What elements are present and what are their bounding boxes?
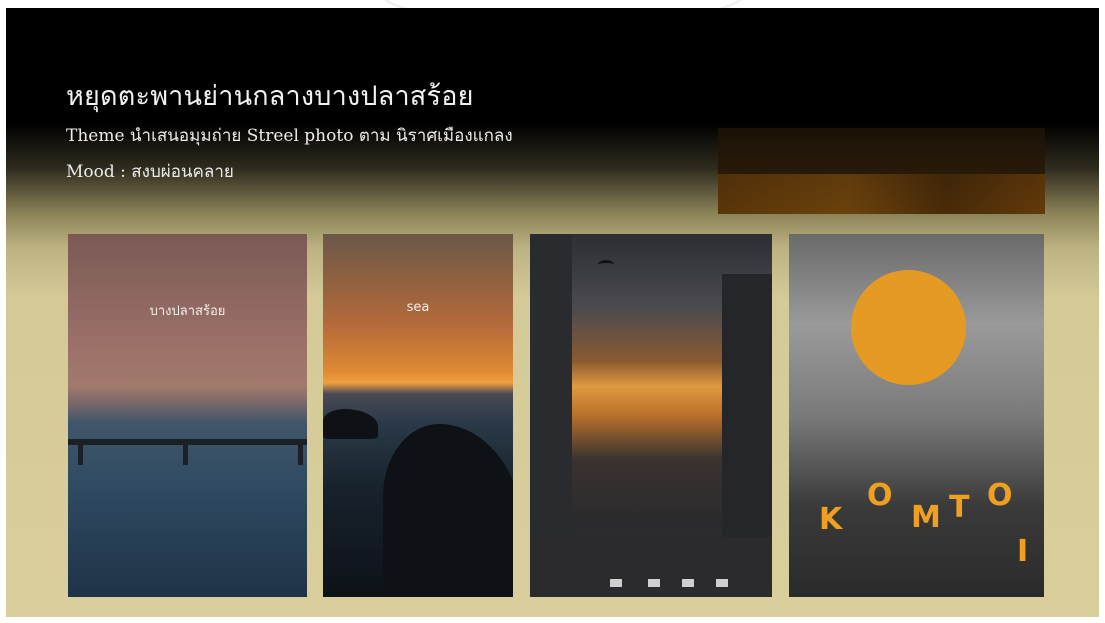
pier-post: [78, 439, 83, 465]
pier-post: [298, 439, 303, 465]
photo-street-sunset: [530, 234, 772, 597]
photo-bang-pla-soi: บางปลาสร้อย: [68, 234, 307, 597]
slide: หยุดตะพานย่านกลางบางปลาสร้อย Theme นำเสน…: [6, 8, 1099, 617]
poster-letter: I: [1017, 534, 1029, 569]
photo-sea-sunset: sea: [323, 234, 513, 597]
crosswalk-stripe: [716, 579, 728, 587]
rock: [323, 409, 378, 439]
photo-label-bang-pla-soi: บางปลาสร้อย: [149, 304, 226, 319]
crosswalk-stripe: [682, 579, 694, 587]
poster-letter: M: [911, 500, 941, 535]
pier-post: [183, 439, 188, 465]
street: [530, 537, 772, 597]
orange-sun-circle: [851, 270, 966, 385]
slide-subtitle: Theme นำเสนอมุมถ่าย Streel photo ตาม นิร…: [66, 126, 513, 146]
night-lights: [718, 174, 1045, 214]
crosswalk-stripe: [648, 579, 660, 587]
slide-mood: Mood : สงบผ่อนคลาย: [66, 162, 234, 182]
poster-letter: O: [867, 478, 893, 513]
poster-letter: T: [949, 490, 970, 525]
poster-letter: O: [987, 478, 1013, 513]
photo-komtoi-poster: K O M T O I: [789, 234, 1044, 597]
bird-icon: [598, 260, 614, 269]
slide-title: หยุดตะพานย่านกลางบางปลาสร้อย: [66, 81, 474, 112]
poster-letter: K: [819, 502, 843, 537]
photo-label-sea: sea: [406, 300, 430, 315]
crosswalk-stripe: [610, 579, 622, 587]
header-photo-night-river: [718, 128, 1045, 214]
rock: [383, 424, 513, 597]
